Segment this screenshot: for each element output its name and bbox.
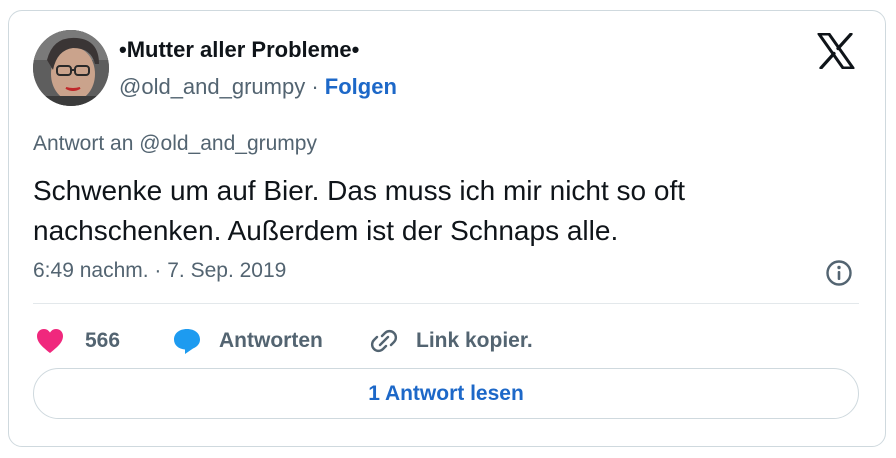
author-handle-row: @old_and_grumpy · Folgen bbox=[119, 74, 397, 100]
reply-label: Antworten bbox=[219, 329, 323, 352]
reply-context[interactable]: Antwort an @old_and_grumpy bbox=[33, 132, 317, 156]
read-replies-label: 1 Antwort lesen bbox=[368, 381, 524, 405]
author-handle[interactable]: @old_and_grumpy bbox=[119, 74, 305, 99]
user-avatar-photo-icon bbox=[33, 30, 109, 106]
read-replies-button[interactable]: 1 Antwort lesen bbox=[33, 368, 859, 419]
follow-button[interactable]: Folgen bbox=[325, 74, 397, 99]
tweet-card: •Mutter aller Probleme• @old_and_grumpy … bbox=[8, 10, 886, 447]
tweet-timestamp[interactable]: 6:49 nachm. · 7. Sep. 2019 bbox=[33, 259, 286, 283]
divider bbox=[33, 303, 859, 304]
like-button[interactable]: 566 bbox=[35, 323, 120, 359]
info-icon[interactable] bbox=[824, 258, 854, 288]
handle-separator: · bbox=[305, 74, 325, 99]
reply-bubble-icon bbox=[174, 329, 200, 354]
copy-link-label: Link kopier. bbox=[416, 329, 533, 352]
like-count: 566 bbox=[85, 329, 121, 352]
link-icon bbox=[370, 329, 398, 353]
reply-button[interactable]: Antworten bbox=[171, 323, 323, 359]
tweet-text: Schwenke um auf Bier. Das muss ich mir n… bbox=[33, 175, 686, 246]
x-logo-icon[interactable] bbox=[817, 32, 855, 70]
copy-link-button[interactable]: Link kopier. bbox=[369, 323, 533, 359]
author-avatar[interactable] bbox=[33, 30, 109, 106]
heart-icon bbox=[37, 329, 63, 353]
author-display-name[interactable]: •Mutter aller Probleme• bbox=[119, 37, 359, 63]
